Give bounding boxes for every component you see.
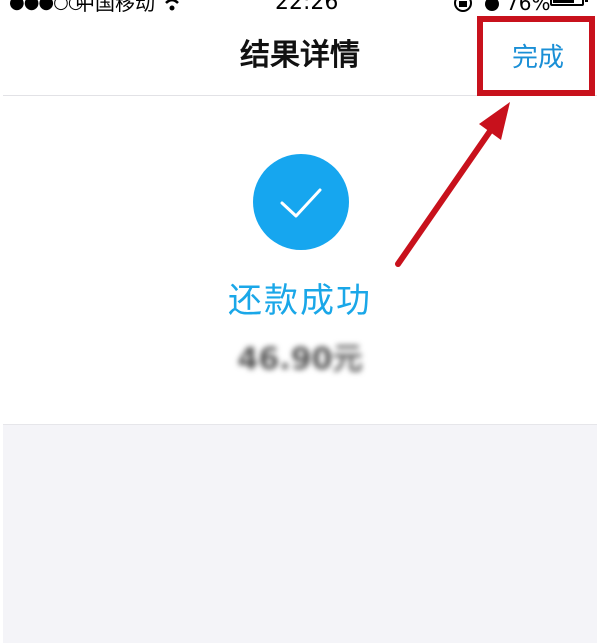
done-button[interactable]: 完成 (512, 43, 564, 73)
battery-icon (550, 0, 584, 6)
signal-strength: ●●●○○ (9, 0, 84, 13)
clock: 22:26 (275, 0, 339, 15)
payment-status-text: 还款成功 (228, 281, 372, 321)
battery-percent: 76% (506, 0, 551, 15)
checkmark-circle-icon (253, 154, 349, 250)
alarm-icon (483, 0, 501, 16)
status-bar: ●●●○○ 中国移动 22:26 76% (3, 0, 597, 16)
result-card: 还款成功 46.90元 (3, 96, 597, 425)
battery-level (553, 0, 574, 3)
wifi-icon (161, 0, 183, 16)
navigation-bar: 结果详情 完成 (3, 16, 597, 96)
carrier-name: 中国移动 (75, 0, 155, 15)
page-title: 结果详情 (240, 38, 360, 73)
rotation-lock-icon (452, 0, 474, 16)
screen: ●●●○○ 中国移动 22:26 76% 结果详情 完成 还款成功 46.90元 (3, 0, 597, 643)
battery-tip (585, 0, 588, 2)
payment-amount: 46.90元 (237, 342, 363, 377)
